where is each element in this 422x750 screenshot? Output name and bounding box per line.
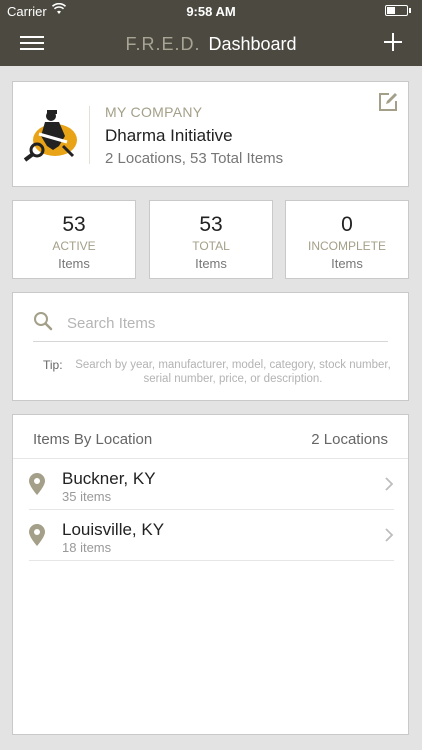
stat-active[interactable]: 53 ACTIVE Items [12,200,136,279]
company-logo [23,110,77,162]
location-name: Louisville, KY [62,520,165,539]
locations-title: Items By Location [33,431,153,448]
stat-value: 53 [199,213,223,236]
clock: 9:58 AM [186,4,236,19]
stat-sub: Items [58,256,90,271]
page-title: Dashboard [208,34,297,54]
location-item-count: 18 items [62,540,112,555]
locations-header: Items By Location 2 Locations [13,415,408,459]
company-name: Dharma Initiative [105,126,233,145]
tip-text: Search by year, manufacturer, model, cat… [75,359,391,385]
app-brand: F.R.E.D. [125,34,201,54]
nav-title: F.R.E.D. Dashboard [0,34,422,55]
search-icon [34,312,53,331]
location-name: Buckner, KY [62,469,156,488]
locations-count: 2 Locations [311,431,388,448]
search-card: Tip: Search by year, manufacturer, model… [12,292,409,401]
tip-label: Tip: [43,358,63,372]
nav-bar: F.R.E.D. Dashboard [0,22,422,66]
stat-label: TOTAL [192,239,230,253]
location-row[interactable]: Buckner, KY 35 items [29,459,394,510]
company-summary: 2 Locations, 53 Total Items [105,150,284,167]
status-bar: Carrier 9:58 AM [0,0,422,22]
stat-value: 0 [341,213,353,236]
locations-card: Items By Location 2 Locations Buckner, K… [12,414,409,735]
location-row[interactable]: Louisville, KY 18 items [29,510,394,561]
map-pin-icon [29,524,45,546]
logo-divider [89,106,90,164]
stat-label: ACTIVE [52,239,96,253]
stat-total[interactable]: 53 TOTAL Items [149,200,273,279]
chevron-right-icon [385,528,394,542]
stat-sub: Items [331,256,363,271]
stat-label: INCOMPLETE [307,239,386,253]
search-input[interactable] [67,311,387,335]
chevron-right-icon [385,477,394,491]
stat-incomplete[interactable]: 0 INCOMPLETE Items [285,200,409,279]
stat-value: 53 [62,213,86,236]
stat-sub: Items [195,256,227,271]
edit-icon[interactable] [378,92,398,112]
location-item-count: 35 items [62,489,112,504]
plus-icon[interactable] [384,33,402,51]
battery-tip [409,8,411,13]
battery-icon [385,5,408,16]
company-card[interactable]: MY COMPANY Dharma Initiative 2 Locations… [12,81,409,187]
search-underline [33,341,388,342]
company-label: MY COMPANY [105,104,203,120]
map-pin-icon [29,473,45,495]
